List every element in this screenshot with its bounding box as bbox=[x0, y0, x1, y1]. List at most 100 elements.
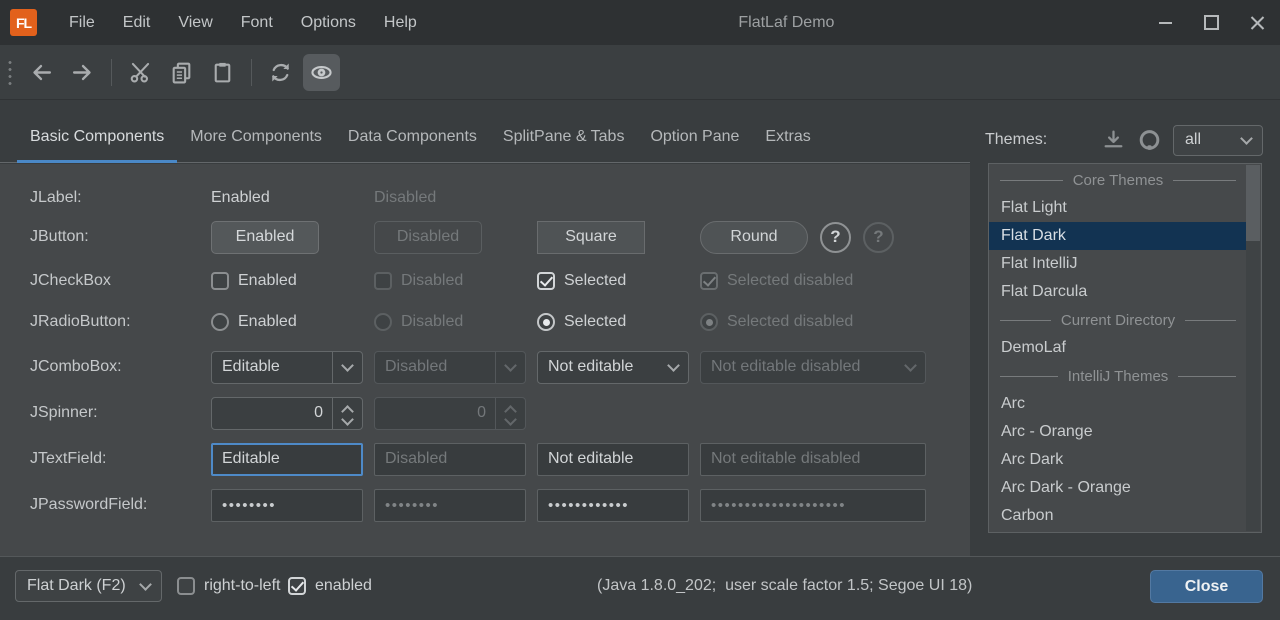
menu-font[interactable]: Font bbox=[227, 0, 287, 45]
scrollbar-track[interactable] bbox=[1246, 165, 1260, 531]
theme-item-arc-dark-orange[interactable]: Arc Dark - Orange bbox=[989, 474, 1261, 502]
radio-icon bbox=[211, 313, 229, 331]
tab-extras[interactable]: Extras bbox=[752, 116, 823, 162]
laf-combobox[interactable]: Flat Dark (F2) bbox=[15, 570, 162, 602]
radio-selected[interactable]: Selected bbox=[537, 313, 689, 331]
jspinner-row-label: JSpinner: bbox=[30, 404, 200, 422]
passwordfield-not-editable[interactable]: •••••••••••• bbox=[537, 489, 689, 522]
close-button[interactable]: Close bbox=[1150, 570, 1263, 603]
maximize-icon bbox=[1204, 15, 1219, 30]
theme-item-arc-orange[interactable]: Arc - Orange bbox=[989, 418, 1261, 446]
chevron-down-icon bbox=[904, 359, 917, 372]
close-window-button[interactable] bbox=[1234, 0, 1280, 45]
themes-header: Themes: all bbox=[985, 121, 1263, 159]
spinner-enabled[interactable]: 0 bbox=[211, 397, 363, 430]
theme-item-demolaf[interactable]: DemoLaf bbox=[989, 334, 1261, 362]
checkbox-enabled[interactable]: Enabled bbox=[211, 272, 363, 290]
tab-basic-components[interactable]: Basic Components bbox=[17, 116, 177, 162]
help-button[interactable]: ? bbox=[820, 222, 851, 253]
theme-group-separator: IntelliJ Themes bbox=[989, 362, 1247, 390]
combobox-disabled: Disabled bbox=[374, 351, 526, 384]
combobox-not-editable[interactable]: Not editable bbox=[537, 351, 689, 384]
tab-data-components[interactable]: Data Components bbox=[335, 116, 490, 162]
basic-components-panel: JLabel: Enabled Disabled JButton: Enable… bbox=[0, 164, 970, 556]
combobox-arrow-button bbox=[495, 352, 525, 383]
enabled-button[interactable]: Enabled bbox=[211, 221, 319, 254]
download-icon bbox=[1101, 128, 1126, 153]
window-title: FlatLaf Demo bbox=[431, 14, 1142, 32]
theme-item-carbon[interactable]: Carbon bbox=[989, 502, 1261, 530]
refresh-button[interactable] bbox=[262, 54, 299, 91]
textfield-editable[interactable]: Editable bbox=[211, 443, 363, 476]
radio-selected-icon bbox=[700, 313, 718, 331]
jlabel-row-label: JLabel: bbox=[30, 189, 200, 207]
maximize-button[interactable] bbox=[1188, 0, 1234, 45]
checkbox-icon bbox=[177, 577, 195, 595]
theme-item-arc-dark[interactable]: Arc Dark bbox=[989, 446, 1261, 474]
chevron-down-icon bbox=[341, 413, 354, 426]
menubar: File Edit View Font Options Help bbox=[55, 0, 431, 45]
scrollbar-thumb[interactable] bbox=[1246, 165, 1260, 241]
menu-help[interactable]: Help bbox=[370, 0, 431, 45]
combobox-arrow-button[interactable] bbox=[332, 352, 362, 383]
checkbox-checked-icon bbox=[288, 577, 306, 595]
radio-disabled: Disabled bbox=[374, 313, 526, 331]
theme-filter-combobox[interactable]: all bbox=[1173, 125, 1263, 156]
show-hide-toggle-button[interactable] bbox=[303, 54, 340, 91]
paste-button[interactable] bbox=[204, 54, 241, 91]
toolbar-grip-handle[interactable] bbox=[8, 59, 12, 86]
spinner-buttons[interactable] bbox=[332, 398, 362, 429]
right-to-left-checkbox[interactable]: right-to-left bbox=[177, 570, 280, 602]
minimize-button[interactable] bbox=[1142, 0, 1188, 45]
jradiobutton-row: JRadioButton: Enabled Disabled Selected … bbox=[0, 299, 970, 345]
tab-splitpane-tabs[interactable]: SplitPane & Tabs bbox=[490, 116, 638, 162]
theme-item-flat-intellij[interactable]: Flat IntelliJ bbox=[989, 250, 1261, 278]
spinner-buttons bbox=[495, 398, 525, 429]
theme-item-arc[interactable]: Arc bbox=[989, 390, 1261, 418]
tab-more-components[interactable]: More Components bbox=[177, 116, 335, 162]
checkbox-icon bbox=[211, 272, 229, 290]
menu-options[interactable]: Options bbox=[287, 0, 370, 45]
help-button-disabled: ? bbox=[863, 222, 894, 253]
chevron-down-icon bbox=[139, 578, 152, 591]
square-button[interactable]: Square bbox=[537, 221, 645, 254]
check-icon bbox=[702, 273, 715, 287]
passwordfield-enabled[interactable]: •••••••• bbox=[211, 489, 363, 522]
tab-strip: Basic Components More Components Data Co… bbox=[0, 101, 970, 163]
menu-file[interactable]: File bbox=[55, 0, 109, 45]
combobox-editable[interactable]: Editable bbox=[211, 351, 363, 384]
cut-button[interactable] bbox=[122, 54, 159, 91]
forward-button[interactable] bbox=[64, 54, 101, 91]
label-enabled: Enabled bbox=[211, 189, 363, 207]
tab-option-pane[interactable]: Option Pane bbox=[637, 116, 752, 162]
jpasswordfield-row-label: JPasswordField: bbox=[30, 496, 200, 514]
round-button[interactable]: Round bbox=[700, 221, 808, 254]
checkbox-checked-icon bbox=[537, 272, 555, 290]
checkbox-selected[interactable]: Selected bbox=[537, 272, 689, 290]
passwordfield-disabled: •••••••• bbox=[374, 489, 526, 522]
jpasswordfield-row: JPasswordField: •••••••• •••••••• ••••••… bbox=[0, 482, 970, 528]
menu-edit[interactable]: Edit bbox=[109, 0, 165, 45]
theme-item-flat-dark[interactable]: Flat Dark bbox=[989, 222, 1247, 250]
status-text: (Java 1.8.0_202; user scale factor 1.5; … bbox=[597, 577, 972, 595]
radio-enabled[interactable]: Enabled bbox=[211, 313, 363, 331]
toolbar bbox=[0, 45, 1280, 100]
theme-item-flat-light[interactable]: Flat Light bbox=[989, 194, 1261, 222]
menu-view[interactable]: View bbox=[164, 0, 226, 45]
app-logo-icon: FL bbox=[10, 9, 37, 36]
jcombobox-row: JComboBox: Editable Disabled Not editabl… bbox=[0, 344, 970, 390]
textfield-not-editable[interactable]: Not editable bbox=[537, 443, 689, 476]
github-button[interactable] bbox=[1135, 126, 1163, 154]
checkbox-icon bbox=[374, 272, 392, 290]
checkbox-disabled: Disabled bbox=[374, 272, 526, 290]
jcheckbox-row-label: JCheckBox bbox=[30, 272, 200, 290]
copy-button[interactable] bbox=[163, 54, 200, 91]
label-disabled: Disabled bbox=[374, 189, 526, 207]
enabled-checkbox[interactable]: enabled bbox=[288, 570, 372, 602]
combobox-not-editable-disabled: Not editable disabled bbox=[700, 351, 926, 384]
combobox-arrow-button[interactable] bbox=[659, 352, 688, 383]
titlebar: FL File Edit View Font Options Help Flat… bbox=[0, 0, 1280, 45]
theme-item-flat-darcula[interactable]: Flat Darcula bbox=[989, 278, 1261, 306]
download-themes-button[interactable] bbox=[1099, 126, 1127, 154]
back-button[interactable] bbox=[23, 54, 60, 91]
